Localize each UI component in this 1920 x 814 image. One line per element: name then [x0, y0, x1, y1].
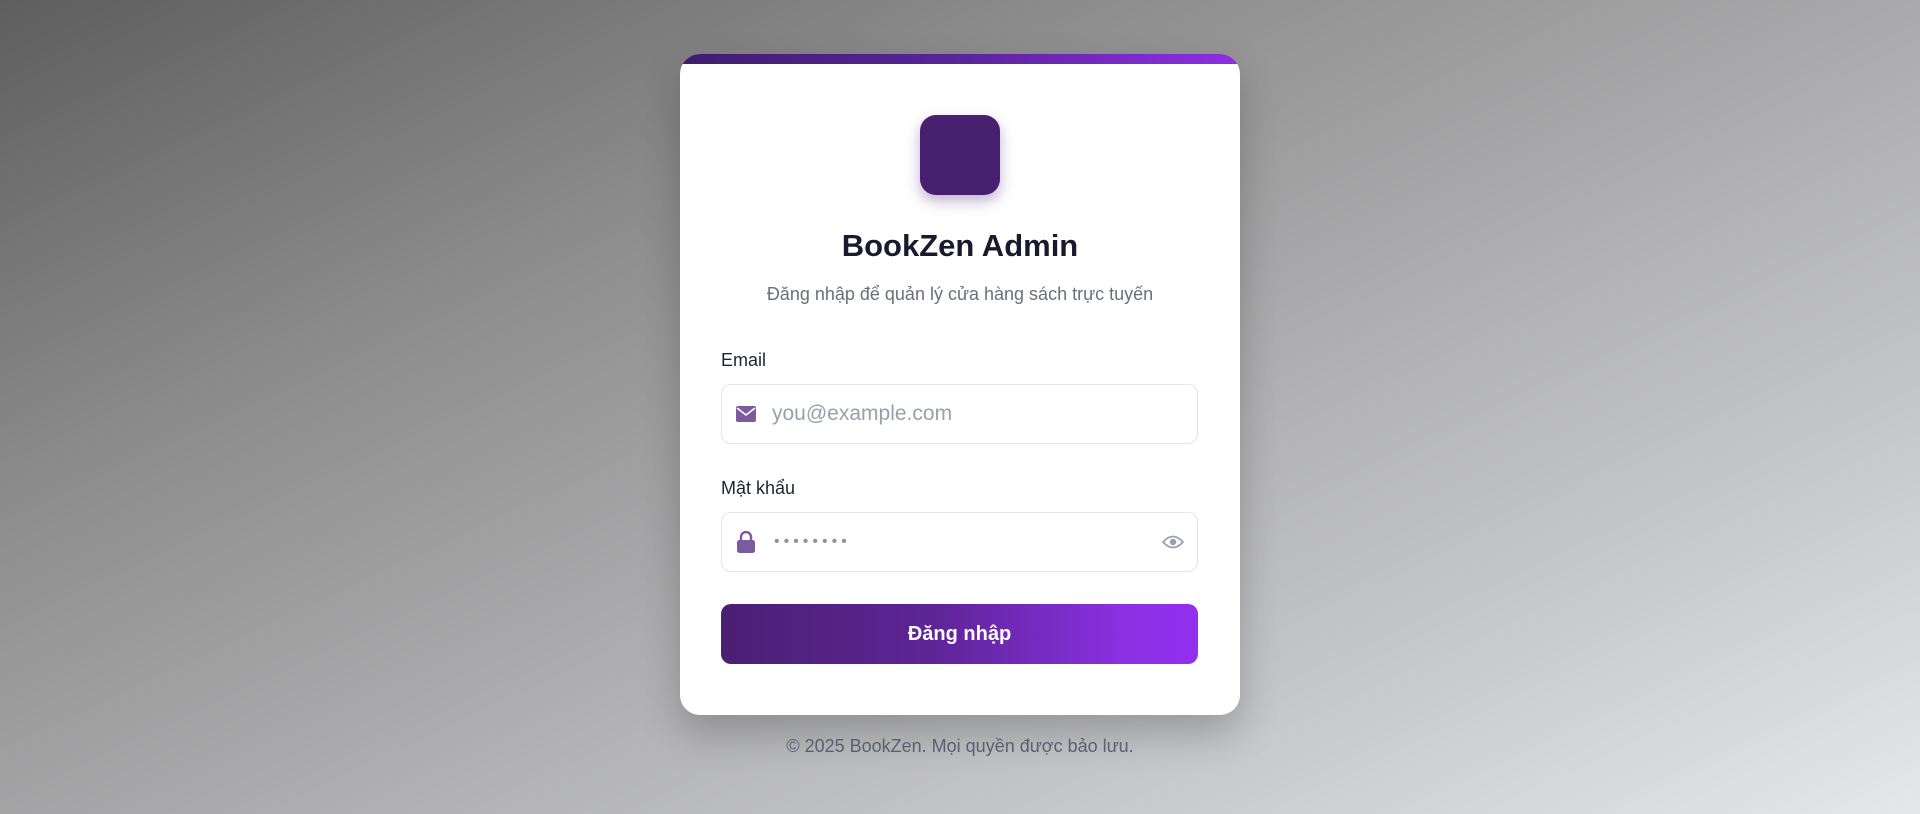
- password-input[interactable]: ••••••••: [774, 530, 851, 554]
- page-subtitle: Đăng nhập để quản lý cửa hàng sách trực …: [766, 284, 1154, 304]
- password-label: Mật khẩu: [721, 478, 796, 498]
- email-label: Email: [721, 350, 767, 370]
- password-field[interactable]: ••••••••: [721, 512, 1198, 572]
- brand-logo: [920, 115, 1000, 195]
- login-button[interactable]: Đăng nhập: [721, 604, 1198, 664]
- page-title: BookZen Admin: [841, 228, 1079, 263]
- email-input[interactable]: [772, 385, 1152, 443]
- card-accent-bar: [680, 54, 1240, 64]
- lock-icon: [734, 530, 758, 554]
- eye-icon[interactable]: [1161, 531, 1185, 553]
- login-card: BookZen Admin Đăng nhập để quản lý cửa h…: [680, 54, 1240, 715]
- envelope-icon: [734, 402, 758, 426]
- footer-copyright: © 2025 BookZen. Mọi quyền được bảo lưu.: [786, 736, 1134, 756]
- email-field[interactable]: [721, 384, 1198, 444]
